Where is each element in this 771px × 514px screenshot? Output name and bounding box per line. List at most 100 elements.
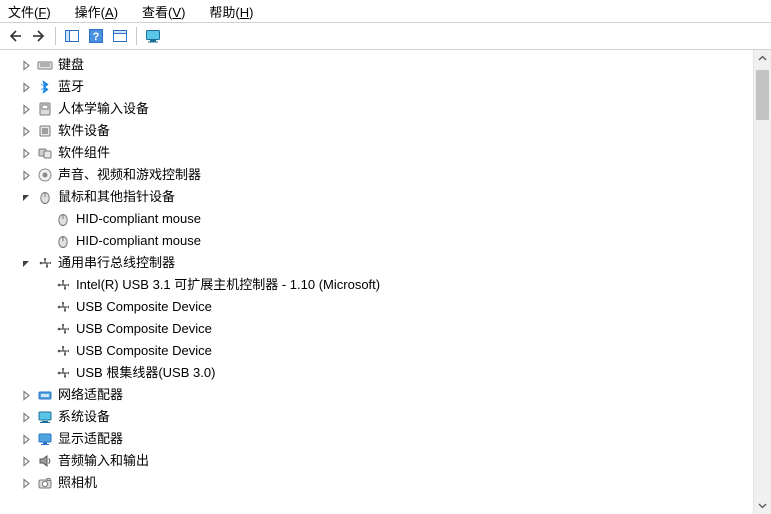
- expander-open-icon[interactable]: [18, 189, 34, 205]
- mouse-icon: [54, 210, 72, 228]
- keyboard-icon: [36, 56, 54, 74]
- expander-closed-icon[interactable]: [18, 453, 34, 469]
- tree-node-label: 人体学输入设备: [58, 98, 155, 120]
- tree-node-hid[interactable]: 人体学输入设备: [0, 98, 753, 120]
- tree-node-mouse[interactable]: 鼠标和其他指针设备: [0, 186, 753, 208]
- menu-action[interactable]: 操作(A): [71, 1, 122, 22]
- back-arrow-icon: [7, 28, 23, 44]
- tree-node-label: 照相机: [58, 472, 103, 494]
- toolbar-separator: [136, 27, 137, 45]
- tree-node-label: 键盘: [58, 54, 90, 76]
- forward-arrow-icon: [31, 28, 47, 44]
- tree-node-label: 通用串行总线控制器: [58, 252, 181, 274]
- tree-node-label: 声音、视频和游戏控制器: [58, 164, 207, 186]
- expander-closed-icon[interactable]: [18, 101, 34, 117]
- expander-closed-icon[interactable]: [18, 475, 34, 491]
- expander-closed-icon[interactable]: [18, 79, 34, 95]
- swcomp-icon: [36, 144, 54, 162]
- scan-hardware-button[interactable]: [142, 26, 164, 46]
- tree-node-system[interactable]: 系统设备: [0, 406, 753, 428]
- monitor-icon: [145, 28, 161, 44]
- network-icon: [36, 386, 54, 404]
- expander-closed-icon[interactable]: [18, 123, 34, 139]
- usb-cat-icon: [36, 254, 54, 272]
- expander-closed-icon[interactable]: [18, 409, 34, 425]
- menu-view[interactable]: 查看(V): [138, 1, 189, 22]
- tree-node-label: 系统设备: [58, 406, 116, 428]
- scroll-up-button[interactable]: [754, 50, 771, 67]
- back-button[interactable]: [4, 26, 26, 46]
- tree-node-label: USB Composite Device: [76, 296, 218, 318]
- vertical-scrollbar[interactable]: [753, 50, 771, 514]
- forward-button[interactable]: [28, 26, 50, 46]
- swdev-icon: [36, 122, 54, 140]
- display-icon: [36, 430, 54, 448]
- properties-icon: [112, 28, 128, 44]
- tree-node-swcomp[interactable]: 软件组件: [0, 142, 753, 164]
- device-tree[interactable]: 键盘蓝牙人体学输入设备软件设备软件组件声音、视频和游戏控制器鼠标和其他指针设备H…: [0, 50, 753, 514]
- tree-node-label: 软件组件: [58, 142, 116, 164]
- properties-button[interactable]: [109, 26, 131, 46]
- tree-node-keyboard[interactable]: 键盘: [0, 54, 753, 76]
- mouse-cat-icon: [36, 188, 54, 206]
- tree-node-swdev[interactable]: 软件设备: [0, 120, 753, 142]
- tree-node-network[interactable]: 网络适配器: [0, 384, 753, 406]
- tree-node-label: USB 根集线器(USB 3.0): [76, 362, 221, 384]
- tree-node-label: 音频输入和输出: [58, 450, 155, 472]
- expander-open-icon[interactable]: [18, 255, 34, 271]
- expander-closed-icon[interactable]: [18, 431, 34, 447]
- bluetooth-icon: [36, 78, 54, 96]
- tree-node-mouse-hid1[interactable]: HID-compliant mouse: [0, 208, 753, 230]
- menu-file[interactable]: 文件(F): [4, 1, 55, 22]
- tree-node-usb[interactable]: 通用串行总线控制器: [0, 252, 753, 274]
- audio-icon: [36, 452, 54, 470]
- help-icon: ?: [88, 28, 104, 44]
- tree-node-label: 显示适配器: [58, 428, 129, 450]
- hid-icon: [36, 100, 54, 118]
- tree-node-display[interactable]: 显示适配器: [0, 428, 753, 450]
- tree-node-label: USB Composite Device: [76, 318, 218, 340]
- mouse-icon: [54, 232, 72, 250]
- usb-icon: [54, 298, 72, 316]
- tree-node-audio[interactable]: 音频输入和输出: [0, 450, 753, 472]
- tree-node-label: 软件设备: [58, 120, 116, 142]
- usb-icon: [54, 276, 72, 294]
- tree-node-label: 网络适配器: [58, 384, 129, 406]
- show-hide-icon: [64, 28, 80, 44]
- tree-node-usb-comp2[interactable]: USB Composite Device: [0, 318, 753, 340]
- tree-node-bluetooth[interactable]: 蓝牙: [0, 76, 753, 98]
- chevron-down-icon: [758, 501, 767, 510]
- usb-icon: [54, 342, 72, 360]
- tree-node-usb-comp1[interactable]: USB Composite Device: [0, 296, 753, 318]
- system-icon: [36, 408, 54, 426]
- tree-node-sound[interactable]: 声音、视频和游戏控制器: [0, 164, 753, 186]
- tree-node-usb-intel[interactable]: Intel(R) USB 3.1 可扩展主机控制器 - 1.10 (Micros…: [0, 274, 753, 296]
- tree-node-label: Intel(R) USB 3.1 可扩展主机控制器 - 1.10 (Micros…: [76, 274, 386, 296]
- toolbar-separator: [55, 27, 56, 45]
- tree-node-usb-comp3[interactable]: USB Composite Device: [0, 340, 753, 362]
- tree-node-label: 鼠标和其他指针设备: [58, 186, 181, 208]
- sound-icon: [36, 166, 54, 184]
- menu-bar: 文件(F) 操作(A) 查看(V) 帮助(H): [0, 0, 771, 22]
- scroll-down-button[interactable]: [754, 497, 771, 514]
- expander-closed-icon[interactable]: [18, 387, 34, 403]
- usb-icon: [54, 364, 72, 382]
- help-button[interactable]: ?: [85, 26, 107, 46]
- tree-node-camera[interactable]: 照相机: [0, 472, 753, 494]
- svg-text:?: ?: [93, 31, 100, 43]
- menu-help[interactable]: 帮助(H): [205, 1, 257, 22]
- camera-icon: [36, 474, 54, 492]
- tree-node-label: USB Composite Device: [76, 340, 218, 362]
- tree-node-mouse-hid2[interactable]: HID-compliant mouse: [0, 230, 753, 252]
- toolbar: ?: [0, 22, 771, 50]
- tree-node-label: HID-compliant mouse: [76, 208, 207, 230]
- chevron-up-icon: [758, 54, 767, 63]
- expander-closed-icon[interactable]: [18, 167, 34, 183]
- expander-closed-icon[interactable]: [18, 145, 34, 161]
- tree-node-usb-roothub[interactable]: USB 根集线器(USB 3.0): [0, 362, 753, 384]
- scrollbar-thumb[interactable]: [756, 70, 769, 120]
- usb-icon: [54, 320, 72, 338]
- expander-closed-icon[interactable]: [18, 57, 34, 73]
- show-hide-tree-button[interactable]: [61, 26, 83, 46]
- tree-node-label: HID-compliant mouse: [76, 230, 207, 252]
